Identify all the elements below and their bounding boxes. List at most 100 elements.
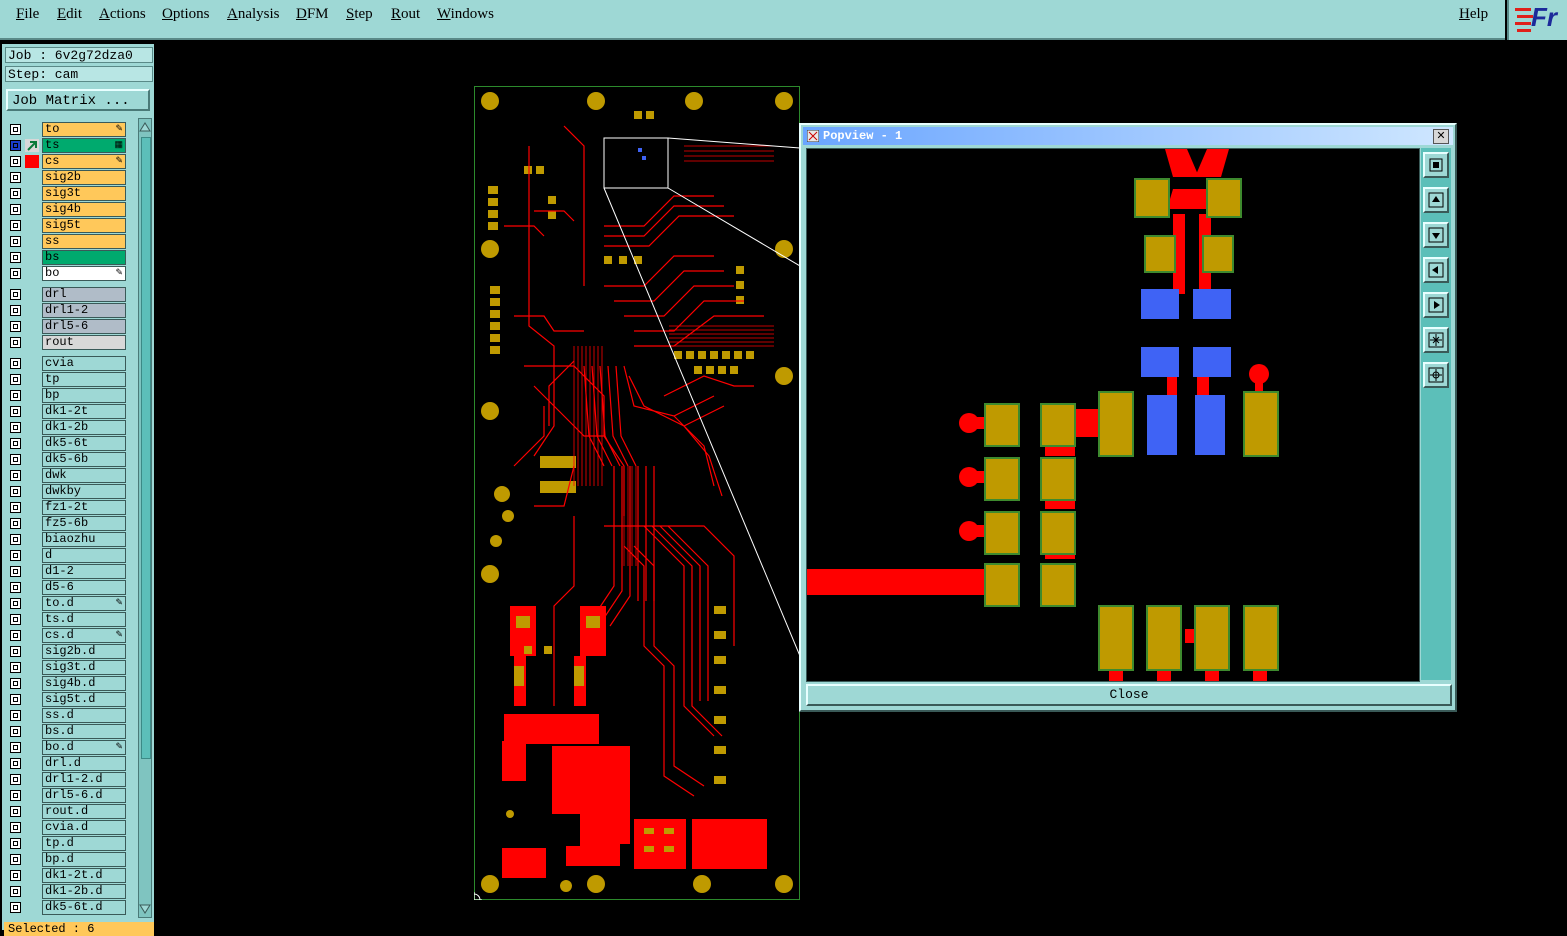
layer-row[interactable]: cs ✎ <box>6 154 128 169</box>
layer-name[interactable]: drl5-6 <box>42 319 126 334</box>
layer-row[interactable]: drl5-6 <box>6 319 128 334</box>
layer-name[interactable]: fz1-2t <box>42 500 126 515</box>
popview-titlebar[interactable]: Popview - 1 ✕ <box>803 127 1453 145</box>
menu-actions[interactable]: Actions <box>99 6 146 23</box>
layer-checkbox[interactable] <box>10 598 21 609</box>
layer-row[interactable]: rout <box>6 335 128 350</box>
layer-row[interactable]: cs.d ✎ <box>6 628 128 643</box>
layer-name[interactable]: cvia.d <box>42 820 126 835</box>
layer-checkbox[interactable] <box>10 662 21 673</box>
layer-row[interactable]: bs.d <box>6 724 128 739</box>
layer-checkbox[interactable] <box>10 486 21 497</box>
layer-row[interactable]: ts.d <box>6 612 128 627</box>
layer-name[interactable]: rout <box>42 335 126 350</box>
layer-name[interactable]: sig4b <box>42 202 126 217</box>
layer-row[interactable]: ts ▦ <box>6 138 128 153</box>
layer-row[interactable]: sig3t <box>6 186 128 201</box>
layer-row[interactable]: dk1-2t <box>6 404 128 419</box>
layer-row[interactable]: cvia <box>6 356 128 371</box>
layer-name[interactable]: sig2b.d <box>42 644 126 659</box>
layer-name[interactable]: drl1-2.d <box>42 772 126 787</box>
menu-help[interactable]: Help <box>1459 6 1488 23</box>
layer-checkbox[interactable] <box>10 454 21 465</box>
layer-name[interactable]: sig2b <box>42 170 126 185</box>
layer-row[interactable]: fz5-6b <box>6 516 128 531</box>
layer-name[interactable]: dk1-2t.d <box>42 868 126 883</box>
pcb-board-view[interactable] <box>474 86 800 900</box>
layer-row[interactable]: dk5-6t <box>6 436 128 451</box>
layer-name[interactable]: to ✎ <box>42 122 126 137</box>
scroll-thumb[interactable] <box>141 137 151 759</box>
scroll-down-icon[interactable] <box>139 903 151 915</box>
layer-checkbox[interactable] <box>10 518 21 529</box>
layer-scrollbar[interactable] <box>138 118 152 918</box>
layer-checkbox[interactable] <box>10 321 21 332</box>
layer-checkbox[interactable] <box>10 806 21 817</box>
layer-checkbox[interactable] <box>10 566 21 577</box>
layer-row[interactable]: dwk <box>6 468 128 483</box>
layer-checkbox[interactable] <box>10 204 21 215</box>
menu-options[interactable]: Options <box>162 6 210 23</box>
layer-checkbox[interactable] <box>10 156 21 167</box>
layer-checkbox[interactable] <box>10 790 21 801</box>
layer-row[interactable]: tp.d <box>6 836 128 851</box>
menu-edit[interactable]: Edit <box>57 6 82 23</box>
layer-name[interactable]: sig5t.d <box>42 692 126 707</box>
layer-row[interactable]: to ✎ <box>6 122 128 137</box>
layer-row[interactable]: sig2b <box>6 170 128 185</box>
layer-row[interactable]: dk5-6t.d <box>6 900 128 915</box>
layer-name[interactable]: ss.d <box>42 708 126 723</box>
layer-name[interactable]: sig4b.d <box>42 676 126 691</box>
layer-name[interactable]: cs ✎ <box>42 154 126 169</box>
layer-row[interactable]: dk1-2b.d <box>6 884 128 899</box>
layer-name[interactable]: sig3t <box>42 186 126 201</box>
layer-name[interactable]: drl <box>42 287 126 302</box>
layer-checkbox[interactable] <box>10 726 21 737</box>
layer-row[interactable]: cvia.d <box>6 820 128 835</box>
layer-checkbox[interactable] <box>10 774 21 785</box>
layer-checkbox[interactable] <box>10 438 21 449</box>
layer-name[interactable]: ts.d <box>42 612 126 627</box>
pan-down-button[interactable] <box>1423 222 1449 248</box>
menu-analysis[interactable]: Analysis <box>227 6 280 23</box>
layer-checkbox[interactable] <box>10 886 21 897</box>
layer-name[interactable]: bs <box>42 250 126 265</box>
layer-row[interactable]: drl5-6.d <box>6 788 128 803</box>
menu-windows[interactable]: Windows <box>437 6 494 23</box>
layer-row[interactable]: d5-6 <box>6 580 128 595</box>
layer-name[interactable]: biaozhu <box>42 532 126 547</box>
layer-name[interactable]: drl.d <box>42 756 126 771</box>
pan-up-button[interactable] <box>1423 187 1449 213</box>
layer-row[interactable]: rout.d <box>6 804 128 819</box>
layer-checkbox[interactable] <box>10 305 21 316</box>
layer-checkbox[interactable] <box>10 822 21 833</box>
layer-checkbox[interactable] <box>10 854 21 865</box>
layer-row[interactable]: bo.d ✎ <box>6 740 128 755</box>
zoom-fit-button[interactable] <box>1423 152 1449 178</box>
layer-checkbox[interactable] <box>10 630 21 641</box>
layer-checkbox[interactable] <box>10 172 21 183</box>
layer-row[interactable]: tp <box>6 372 128 387</box>
layer-name[interactable]: dk5-6t <box>42 436 126 451</box>
layer-checkbox[interactable] <box>10 140 21 151</box>
layer-checkbox[interactable] <box>10 252 21 263</box>
popview-close-button[interactable]: Close <box>806 684 1452 706</box>
layer-name[interactable]: sig5t <box>42 218 126 233</box>
pan-left-button[interactable] <box>1423 257 1449 283</box>
layer-name[interactable]: bs.d <box>42 724 126 739</box>
layer-name[interactable]: bp <box>42 388 126 403</box>
layer-row[interactable]: dwkby <box>6 484 128 499</box>
layer-checkbox[interactable] <box>10 374 21 385</box>
layer-checkbox[interactable] <box>10 870 21 881</box>
layer-name[interactable]: rout.d <box>42 804 126 819</box>
layer-checkbox[interactable] <box>10 188 21 199</box>
layer-name[interactable]: tp.d <box>42 836 126 851</box>
layer-row[interactable]: drl.d <box>6 756 128 771</box>
layer-checkbox[interactable] <box>10 710 21 721</box>
zoom-out-button[interactable] <box>1423 327 1449 353</box>
layer-checkbox[interactable] <box>10 337 21 348</box>
scroll-up-icon[interactable] <box>139 121 151 133</box>
layer-name[interactable]: dk1-2b.d <box>42 884 126 899</box>
layer-checkbox[interactable] <box>10 582 21 593</box>
layer-checkbox[interactable] <box>10 902 21 913</box>
